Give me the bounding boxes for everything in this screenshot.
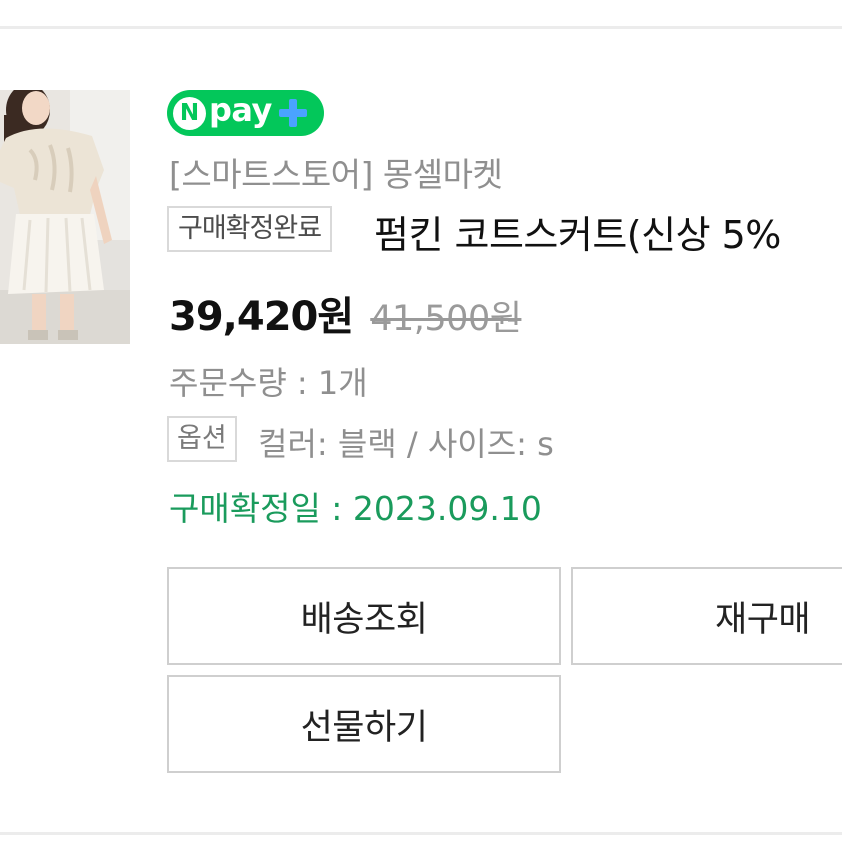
product-title[interactable]: 펌킨 코트스커트(신상 5%: [374, 204, 781, 259]
gift-label: 선물하기: [300, 707, 428, 748]
npay-n-icon: N: [173, 96, 206, 130]
purchase-confirm-date: 구매확정일 : 2023.09.10: [169, 489, 542, 528]
plus-icon: [276, 96, 310, 130]
original-price: 41,500원: [370, 299, 522, 339]
rebuy-button[interactable]: 재구매: [571, 567, 842, 665]
track-delivery-label: 배송조회: [300, 599, 428, 640]
npay-label: pay: [209, 91, 272, 129]
price-row: 39,420원 41,500원: [169, 284, 522, 342]
option-tag: 옵션: [167, 416, 237, 462]
order-item-card: N pay [스마트스토어] 몽셀마켓 구매확정완료 펌킨 코트스커트(신상 5…: [0, 0, 842, 842]
npay-badge: N pay: [167, 90, 324, 136]
option-value: 컬러: 블랙 / 사이즈: s: [258, 425, 554, 463]
top-divider: [0, 26, 842, 29]
product-photo: [0, 90, 130, 344]
gift-button[interactable]: 선물하기: [167, 675, 561, 773]
status-badge: 구매확정완료: [167, 206, 333, 252]
product-thumbnail[interactable]: [0, 90, 130, 344]
store-name[interactable]: [스마트스토어] 몽셀마켓: [169, 148, 503, 196]
sale-price: 39,420원: [169, 294, 354, 340]
order-quantity: 주문수량 : 1개: [169, 364, 368, 402]
track-delivery-button[interactable]: 배송조회: [167, 567, 561, 665]
bottom-divider: [0, 832, 842, 835]
rebuy-label: 재구매: [715, 599, 811, 640]
